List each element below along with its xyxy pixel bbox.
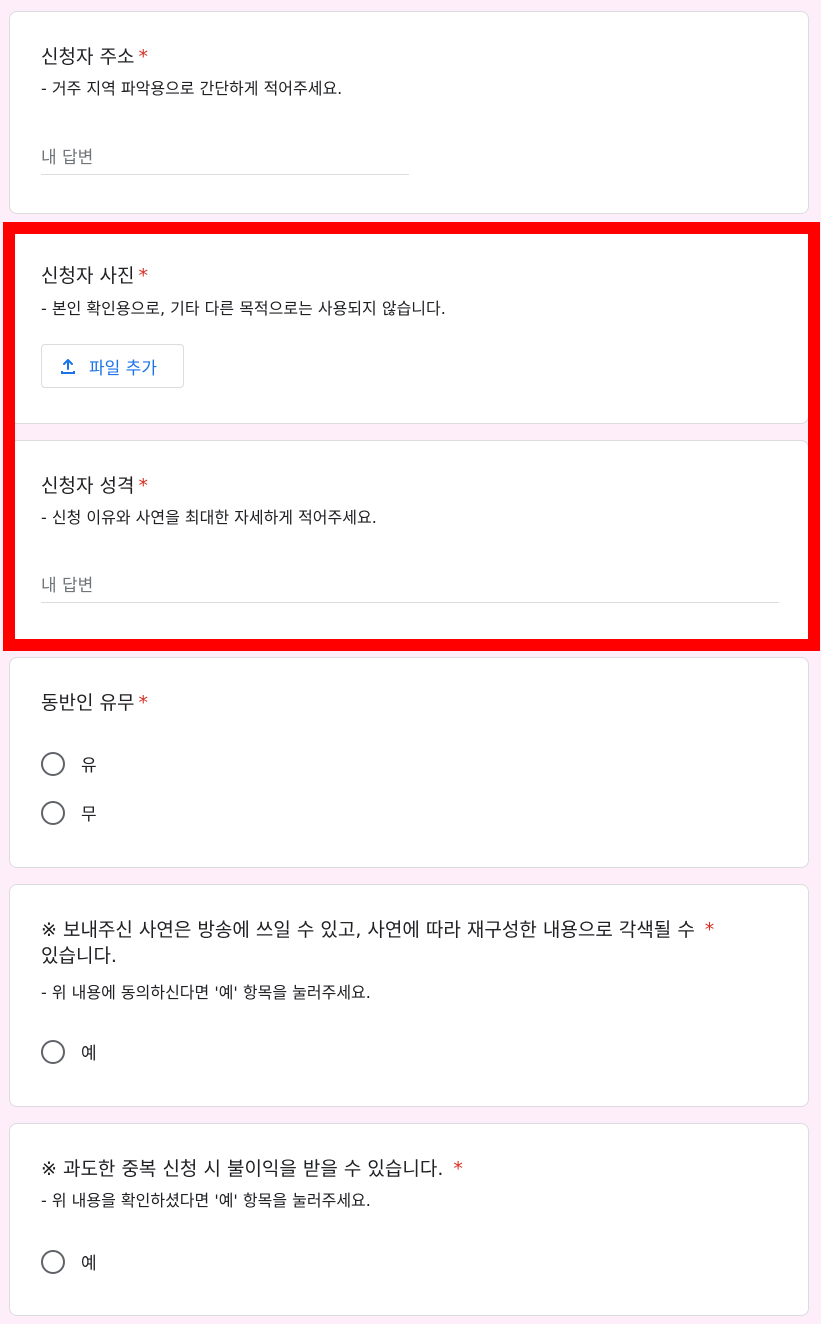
question-card-duplicate: ※ 과도한 중복 신청 시 불이익을 받을 수 있습니다. * - 위 내용을 확…	[9, 1123, 809, 1316]
question-description: - 위 내용에 동의하신다면 '예' 항목을 눌러주세요.	[41, 983, 371, 1002]
question-card-consent: ※ 보내주신 사연은 방송에 쓰일 수 있고, 사연에 따라 재구성한 내용으로…	[9, 884, 809, 1107]
question-title: 신청자 주소 *	[41, 44, 148, 70]
question-title-text-2: 있습니다.	[41, 945, 117, 967]
radio-button[interactable]	[41, 751, 65, 776]
question-card-photo: 신청자 사진 * - 본인 확인용으로, 기타 다른 목적으로는 사용되지 않습니…	[9, 222, 809, 424]
radio-label: 유	[81, 756, 97, 776]
required-asterisk: *	[138, 692, 148, 714]
upload-icon	[61, 359, 75, 374]
question-description: - 거주 지역 파악용으로 간단하게 적어주세요.	[41, 79, 343, 98]
add-file-label: 파일 추가	[89, 358, 157, 379]
question-title-text: 신청자 사진	[41, 265, 135, 287]
required-asterisk: *	[138, 265, 148, 287]
radio-option-confirm[interactable]: 예	[41, 1249, 97, 1274]
radio-button[interactable]	[41, 1039, 65, 1064]
question-title: 신청자 성격 *	[41, 473, 148, 499]
radio-label: 예	[81, 1254, 97, 1274]
question-description: - 본인 확인용으로, 기타 다른 목적으로는 사용되지 않습니다.	[41, 299, 446, 318]
question-card-story: 신청자 성격 * - 신청 이유와 사연을 최대한 자세하게 적어주세요. 내 답…	[9, 440, 809, 648]
required-asterisk: *	[138, 46, 148, 68]
question-title-text: 신청자 성격	[41, 475, 135, 497]
radio-label: 예	[81, 1044, 97, 1064]
question-card-companion: 동반인 유무 * 유 무	[9, 657, 809, 868]
question-description: - 신청 이유와 사연을 최대한 자세하게 적어주세요.	[41, 508, 377, 527]
question-title-text: ※ 과도한 중복 신청 시 불이익을 받을 수 있습니다.	[41, 1158, 444, 1180]
question-title: ※ 과도한 중복 신청 시 불이익을 받을 수 있습니다. *	[41, 1156, 463, 1182]
question-title: 동반인 유무 *	[41, 690, 148, 716]
radio-button[interactable]	[41, 1249, 65, 1274]
radio-label: 무	[81, 805, 97, 825]
radio-option-no[interactable]: 무	[41, 800, 97, 825]
question-title-text: ※ 보내주신 사연은 방송에 쓰일 수 있고, 사연에 따라 재구성한 내용으로…	[41, 919, 695, 941]
radio-option-agree[interactable]: 예	[41, 1039, 97, 1064]
story-answer-input[interactable]: 내 답변	[41, 571, 779, 603]
question-title-text: 신청자 주소	[41, 46, 135, 68]
question-description: - 위 내용을 확인하셨다면 '예' 항목을 눌러주세요.	[41, 1191, 371, 1210]
question-title: ※ 보내주신 사연은 방송에 쓰일 수 있고, 사연에 따라 재구성한 내용으로…	[41, 917, 781, 969]
question-title: 신청자 사진 *	[41, 263, 148, 289]
radio-button[interactable]	[41, 800, 65, 825]
add-file-button[interactable]: 파일 추가	[41, 344, 184, 388]
required-asterisk: *	[704, 919, 715, 941]
required-asterisk: *	[453, 1158, 463, 1180]
address-answer-input[interactable]: 내 답변	[41, 143, 409, 175]
radio-option-yes[interactable]: 유	[41, 751, 97, 776]
question-card-address: 신청자 주소 * - 거주 지역 파악용으로 간단하게 적어주세요. 내 답변	[9, 11, 809, 214]
question-title-text: 동반인 유무	[41, 692, 135, 714]
required-asterisk: *	[138, 475, 148, 497]
